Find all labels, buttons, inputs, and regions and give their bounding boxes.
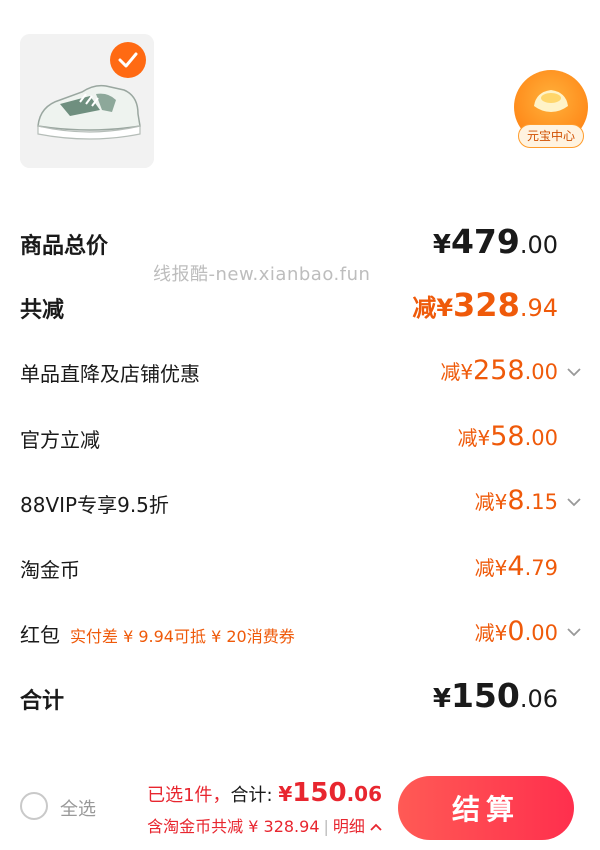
checkout-button[interactable]: 结算 <box>398 776 574 840</box>
item-discount-value[interactable]: 减¥258.00 <box>440 355 558 386</box>
hongbao-value[interactable]: 减¥0.00 <box>475 616 558 647</box>
hongbao-title: 红包 <box>20 623 60 647</box>
chevron-up-icon[interactable] <box>370 822 382 832</box>
total-price-value: ¥479.00 <box>432 222 558 261</box>
hongbao-note: 实付差 ¥ 9.94可抵 ¥ 20消费券 <box>70 627 295 646</box>
yuanbao-label: 元宝中心 <box>518 124 584 148</box>
vip-discount-label: 88VIP专享9.5折 <box>20 493 169 517</box>
taojinbi-label: 淘金币 <box>20 558 80 582</box>
item-discount-label: 单品直降及店铺优惠 <box>20 362 200 386</box>
selected-check-icon[interactable] <box>110 42 146 78</box>
chevron-down-icon[interactable] <box>566 364 582 380</box>
grand-total-label: 合计 <box>20 689 65 714</box>
detail-label[interactable]: 明细 <box>333 817 365 836</box>
selected-count: 已选1件， <box>147 785 231 806</box>
official-discount-label: 官方立减 <box>20 428 100 452</box>
taojinbi-value: 减¥4.79 <box>474 551 558 582</box>
hongbao-label: 红包 实付差 ¥ 9.94可抵 ¥ 20消费券 <box>20 619 295 648</box>
official-discount-value: 减¥58.00 <box>457 421 559 452</box>
yuanbao-center-button[interactable]: 元宝中心 <box>512 70 590 152</box>
summary-discount-text: 含淘金币共减 ¥ 328.94 <box>147 817 320 836</box>
summary-separator: | <box>323 817 329 836</box>
total-reduce-value: 减¥328.94 <box>412 286 558 324</box>
total-price-label: 商品总价 <box>20 234 109 259</box>
detail-toggle[interactable]: 明细 <box>333 817 382 836</box>
summary-line: 已选1件，合计: ¥150.06 <box>147 778 382 808</box>
chevron-down-icon[interactable] <box>566 494 582 510</box>
summary-discount-line: 含淘金币共减 ¥ 328.94 | 明细 <box>147 813 382 837</box>
total-reduce-label: 共减 <box>20 298 65 323</box>
watermark-text: 线报酷-new.xianbao.fun <box>153 264 371 285</box>
select-all-radio[interactable] <box>20 792 48 820</box>
chevron-down-icon[interactable] <box>566 624 582 640</box>
vip-discount-value[interactable]: 减¥8.15 <box>475 485 558 516</box>
select-all-label[interactable]: 全选 <box>60 795 96 821</box>
summary-total-amount: ¥150.06 <box>278 778 382 808</box>
grand-total-value: ¥150.06 <box>432 676 558 715</box>
summary-total-label: 合计: <box>230 785 273 806</box>
